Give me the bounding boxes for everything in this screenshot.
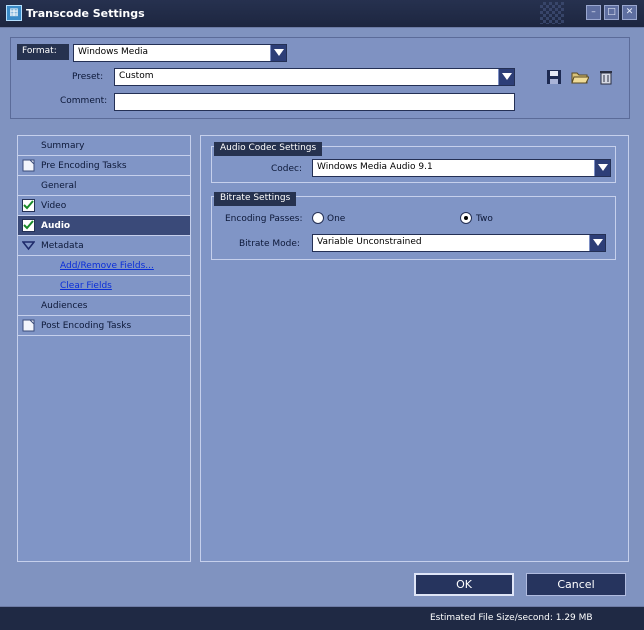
chevron-down-icon[interactable] [589, 235, 605, 251]
estimated-file-size: Estimated File Size/second: 1.29 MB [430, 613, 593, 623]
audio-codec-group: Audio Codec Settings Codec: Windows Medi… [211, 142, 616, 183]
nav-item-audio[interactable]: Audio [18, 216, 190, 236]
cancel-button[interactable]: Cancel [526, 573, 626, 596]
nav-item-video[interactable]: Video [18, 196, 190, 216]
add-remove-fields-link[interactable]: Add/Remove Fields... [60, 261, 154, 271]
nav-item-label: General [41, 181, 77, 191]
page-icon [22, 159, 35, 172]
preset-label: Preset: [72, 72, 104, 82]
title-bar: ▦ Transcode Settings – □ ✕ [0, 0, 644, 28]
bitrate-mode-select[interactable]: Variable Unconstrained [312, 234, 606, 252]
nav-item-label: Audio [41, 221, 71, 231]
delete-icon[interactable] [599, 69, 615, 85]
triangle-down-icon[interactable] [22, 239, 35, 252]
format-select[interactable]: Windows Media [73, 44, 287, 62]
nav-item-label: Audiences [41, 301, 88, 311]
bitrate-mode-value: Variable Unconstrained [317, 237, 422, 247]
audio-codec-title: Audio Codec Settings [214, 142, 323, 156]
nav-item-label: Post Encoding Tasks [41, 321, 132, 331]
radio-two-label: Two [476, 214, 493, 224]
encoding-passes-label: Encoding Passes: [225, 214, 303, 224]
app-icon: ▦ [6, 5, 22, 21]
bitrate-group: Bitrate Settings Encoding Passes: One Tw… [211, 192, 616, 260]
codec-select[interactable]: Windows Media Audio 9.1 [312, 159, 611, 177]
checkbox-checked-icon[interactable] [22, 199, 35, 212]
bitrate-title: Bitrate Settings [214, 192, 297, 206]
nav-item-general[interactable]: General [18, 176, 190, 196]
radio-one[interactable] [312, 212, 324, 224]
codec-label: Codec: [271, 164, 303, 174]
comment-label: Comment: [60, 96, 108, 106]
preset-value: Custom [119, 71, 154, 81]
checkbox-checked-icon[interactable] [22, 219, 35, 232]
radio-one-label: One [327, 214, 346, 224]
format-label: Format: [17, 44, 69, 60]
clear-fields-link[interactable]: Clear Fields [60, 281, 112, 291]
minimize-icon[interactable]: – [586, 5, 601, 20]
format-value: Windows Media [78, 47, 149, 57]
save-icon[interactable] [546, 69, 562, 85]
status-bar: Estimated File Size/second: 1.29 MB [0, 606, 644, 630]
title-decoration [540, 2, 564, 24]
codec-value: Windows Media Audio 9.1 [317, 162, 433, 172]
chevron-down-icon[interactable] [498, 69, 514, 85]
radio-two[interactable] [460, 212, 472, 224]
nav-item-label: Summary [41, 141, 85, 151]
nav-item-label: Pre Encoding Tasks [41, 161, 127, 171]
bitrate-mode-label: Bitrate Mode: [239, 239, 300, 249]
settings-nav: Summary Pre Encoding Tasks General Video… [17, 135, 191, 562]
preset-select[interactable]: Custom [114, 68, 515, 86]
nav-item-label: Video [41, 201, 67, 211]
ok-button[interactable]: OK [414, 573, 514, 596]
nav-item-clear-fields[interactable]: Clear Fields [18, 276, 190, 296]
close-icon[interactable]: ✕ [622, 5, 637, 20]
nav-item-audiences[interactable]: Audiences [18, 296, 190, 316]
nav-item-summary[interactable]: Summary [18, 136, 190, 156]
nav-item-post-encoding-tasks[interactable]: Post Encoding Tasks [18, 316, 190, 336]
nav-item-metadata[interactable]: Metadata [18, 236, 190, 256]
folder-open-icon[interactable] [571, 69, 590, 85]
nav-item-label: Metadata [41, 241, 84, 251]
comment-field[interactable] [114, 93, 515, 111]
audio-settings-panel: Audio Codec Settings Codec: Windows Medi… [200, 135, 629, 562]
page-icon [22, 319, 35, 332]
maximize-icon[interactable]: □ [604, 5, 619, 20]
chevron-down-icon[interactable] [594, 160, 610, 176]
nav-item-pre-encoding-tasks[interactable]: Pre Encoding Tasks [18, 156, 190, 176]
window-title: Transcode Settings [26, 7, 145, 20]
nav-item-add-remove-fields[interactable]: Add/Remove Fields... [18, 256, 190, 276]
chevron-down-icon[interactable] [270, 45, 286, 61]
